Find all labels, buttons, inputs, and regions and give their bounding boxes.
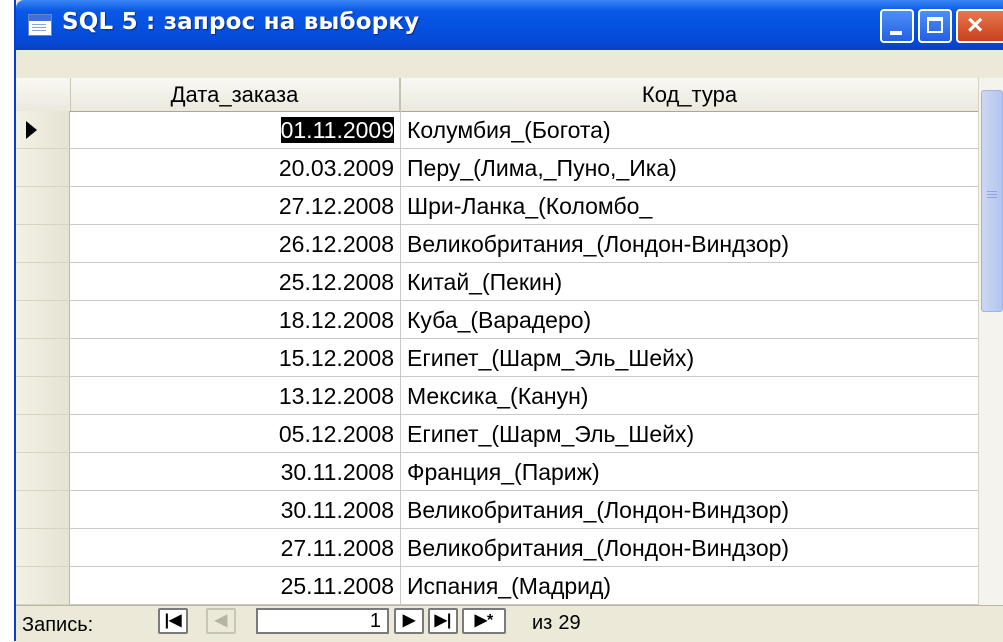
record-navigator: Запись: |◀ ◀ 1 ▶ ▶| ▶* из 29 (16, 605, 1003, 642)
record-selector[interactable] (16, 301, 70, 339)
cell-order-date-value: 30.11.2008 (280, 459, 394, 485)
table-row[interactable]: 20.03.2009 Перу_(Лима,_Пуно,_Ика) (16, 149, 978, 187)
table-row[interactable]: 25.11.2008 Испания_(Мадрид) (16, 567, 978, 605)
vertical-scrollbar[interactable] (978, 78, 1003, 605)
table-row[interactable]: 25.12.2008 Китай_(Пекин) (16, 263, 978, 301)
record-selector[interactable] (16, 339, 70, 377)
record-selector[interactable] (16, 111, 70, 149)
table-row[interactable]: 30.11.2008 Франция_(Париж) (16, 453, 978, 491)
cell-tour-code[interactable]: Египет_(Шарм_Эль_Шейх) (401, 339, 978, 377)
record-selector[interactable] (16, 377, 70, 415)
cell-tour-code[interactable]: Мексика_(Канун) (401, 377, 978, 415)
previous-record-button[interactable]: ◀ (206, 608, 236, 634)
cell-tour-code[interactable]: Шри-Ланка_(Коломбо_ (401, 187, 978, 225)
cell-tour-code[interactable]: Великобритания_(Лондон-Виндзор) (401, 491, 978, 529)
cell-order-date[interactable]: 13.12.2008 (70, 377, 401, 415)
record-selector[interactable] (16, 149, 70, 187)
record-selector[interactable] (16, 453, 70, 491)
maximize-button[interactable] (918, 9, 952, 43)
cell-order-date-value: 18.12.2008 (278, 307, 394, 333)
cell-order-date-value: 01.11.2009 (280, 117, 394, 143)
record-selector[interactable] (16, 567, 70, 605)
column-header-code[interactable]: Код_тура (401, 78, 978, 111)
new-record-button[interactable]: ▶* (462, 608, 506, 634)
of-label: из (532, 612, 553, 634)
cell-order-date[interactable]: 26.12.2008 (70, 225, 401, 263)
close-icon: × (967, 9, 984, 40)
record-selector[interactable] (16, 187, 70, 225)
table-row[interactable]: 05.12.2008 Египет_(Шарм_Эль_Шейх) (16, 415, 978, 453)
cell-order-date-value: 25.12.2008 (278, 269, 394, 295)
query-window: SQL 5 : запрос на выборку × Дата_заказа … (14, 0, 1003, 642)
scrollbar-thumb[interactable] (981, 90, 1003, 312)
cell-tour-code[interactable]: Куба_(Варадеро) (401, 301, 978, 339)
cell-order-date[interactable]: 18.12.2008 (70, 301, 401, 339)
table-row[interactable]: 15.12.2008 Египет_(Шарм_Эль_Шейх) (16, 339, 978, 377)
table-row[interactable]: 27.11.2008 Великобритания_(Лондон-Виндзор… (16, 529, 978, 567)
cell-order-date[interactable]: 30.11.2008 (70, 491, 401, 529)
cell-order-date-value: 20.03.2009 (278, 155, 394, 181)
cell-order-date[interactable]: 05.12.2008 (70, 415, 401, 453)
first-record-button[interactable]: |◀ (158, 608, 188, 634)
cell-order-date-value: 30.11.2008 (280, 497, 394, 523)
record-selector[interactable] (16, 529, 70, 567)
record-selector[interactable] (16, 263, 70, 301)
record-total: из 29 (526, 612, 581, 635)
column-header-date[interactable]: Дата_заказа (70, 78, 401, 111)
cell-order-date[interactable]: 30.11.2008 (70, 453, 401, 491)
cell-tour-code[interactable]: Великобритания_(Лондон-Виндзор) (401, 225, 978, 263)
column-header-row: Дата_заказа Код_тура (16, 78, 978, 112)
cell-order-date[interactable]: 27.12.2008 (70, 187, 401, 225)
last-record-button[interactable]: ▶| (428, 608, 458, 634)
cell-order-date-value: 13.12.2008 (278, 383, 394, 409)
cell-tour-code[interactable]: Китай_(Пекин) (401, 263, 978, 301)
cell-order-date[interactable]: 25.12.2008 (70, 263, 401, 301)
datasheet-icon (28, 14, 52, 36)
minimize-button[interactable] (880, 9, 914, 43)
table-row[interactable]: 27.12.2008 Шри-Ланка_(Коломбо_ (16, 187, 978, 225)
cell-tour-code[interactable]: Колумбия_(Богота) (401, 111, 978, 149)
cell-tour-code[interactable]: Перу_(Лима,_Пуно,_Ика) (401, 149, 978, 187)
cell-order-date[interactable]: 27.11.2008 (70, 529, 401, 567)
total-count: 29 (558, 612, 581, 634)
window-title: SQL 5 : запрос на выборку (62, 9, 420, 35)
current-record-arrow-icon (26, 121, 37, 139)
cell-tour-code[interactable]: Египет_(Шарм_Эль_Шейх) (401, 415, 978, 453)
next-record-button[interactable]: ▶ (394, 608, 424, 634)
cell-order-date-value: 15.12.2008 (278, 345, 394, 371)
table-row[interactable]: 13.12.2008 Мексика_(Канун) (16, 377, 978, 415)
cell-order-date[interactable]: 20.03.2009 (70, 149, 401, 187)
current-record-input[interactable]: 1 (256, 608, 389, 634)
record-selector[interactable] (16, 225, 70, 263)
table-row[interactable]: 18.12.2008 Куба_(Варадеро) (16, 301, 978, 339)
title-bar[interactable]: SQL 5 : запрос на выборку × (16, 0, 1003, 50)
cell-tour-code[interactable]: Великобритания_(Лондон-Виндзор) (401, 529, 978, 567)
cell-tour-code[interactable]: Испания_(Мадрид) (401, 567, 978, 605)
cell-order-date[interactable]: 01.11.2009 (70, 111, 401, 149)
datasheet-grid: Дата_заказа Код_тура 01.11.2009 Колумбия_… (16, 78, 978, 605)
cell-tour-code[interactable]: Франция_(Париж) (401, 453, 978, 491)
cell-order-date-value: 25.11.2008 (280, 573, 394, 599)
record-selector[interactable] (16, 415, 70, 453)
record-selector[interactable] (16, 491, 70, 529)
table-row[interactable]: 30.11.2008 Великобритания_(Лондон-Виндзор… (16, 491, 978, 529)
table-row[interactable]: 26.12.2008 Великобритания_(Лондон-Виндзор… (16, 225, 978, 263)
table-row[interactable]: 01.11.2009 Колумбия_(Богота) (16, 111, 978, 149)
select-all-cell[interactable] (16, 78, 71, 111)
cell-order-date-value: 27.11.2008 (280, 535, 394, 561)
cell-order-date[interactable]: 25.11.2008 (70, 567, 401, 605)
close-button[interactable]: × (956, 9, 1003, 43)
cell-order-date-value: 05.12.2008 (278, 421, 394, 447)
cell-order-date[interactable]: 15.12.2008 (70, 339, 401, 377)
cell-order-date-value: 27.12.2008 (278, 193, 394, 219)
record-label: Запись: (22, 614, 94, 636)
cell-order-date-value: 26.12.2008 (278, 231, 394, 257)
